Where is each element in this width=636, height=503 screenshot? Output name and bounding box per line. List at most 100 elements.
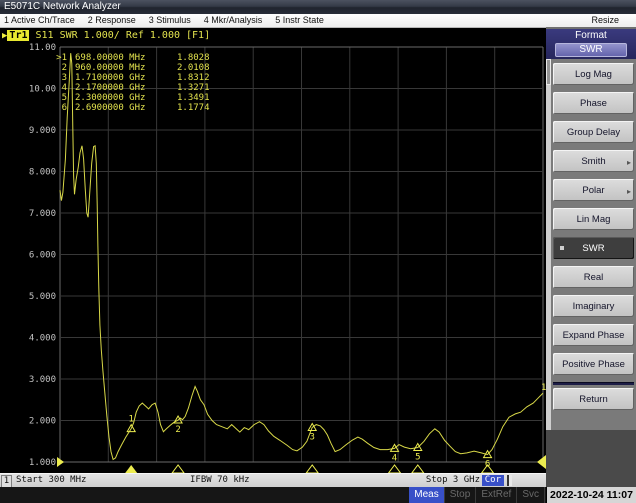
softkey-label: Smith — [581, 156, 605, 167]
sidebar-filler — [546, 430, 636, 487]
softkey-scrollbar[interactable] — [546, 59, 551, 463]
y-axis-tick-label: 5.000 — [29, 292, 56, 302]
softkey-label: Polar — [582, 185, 604, 196]
marker-1-stimulus-icon — [125, 465, 137, 473]
marker-table-row-2: 2960.00000 MHz2.0108 — [49, 63, 210, 73]
plot-area: 11.0010.009.0008.0007.0006.0005.0004.000… — [0, 28, 546, 473]
marker-1-label: 1 — [128, 415, 133, 425]
stimulus-bar: 1 Start 300 MHz IFBW 70 kHz Stop 3 GHz C… — [0, 473, 546, 487]
softkey-button-positive-phase[interactable]: Positive Phase — [553, 353, 634, 375]
meas-badge: Meas — [409, 487, 444, 503]
marker-frequency: 698.00000 MHz — [67, 53, 175, 63]
softkey-menu-title: Format — [546, 29, 636, 43]
marker-number: 5 — [49, 93, 67, 103]
start-frequency-label: Start 300 MHz — [16, 474, 86, 487]
y-axis-tick-label: 8.000 — [29, 168, 56, 178]
trace-status-text: S11 SWR 1.000/ Ref 1.000 [F1] — [29, 30, 210, 41]
marker-table-row-4: 42.1700000 GHz1.3271 — [49, 83, 210, 93]
marker-table: >1698.00000 MHz1.80282960.00000 MHz2.010… — [49, 53, 210, 113]
title-bar: E5071C Network Analyzer — [0, 0, 636, 14]
marker-table-row-5: 52.3000000 GHz1.3491 — [49, 93, 210, 103]
status-svc-label: Svc — [517, 487, 545, 503]
marker-number: 3 — [49, 73, 67, 83]
marker-frequency: 2.3000000 GHz — [67, 93, 175, 103]
marker-2-stimulus-icon — [172, 465, 184, 473]
marker-table-row-1: >1698.00000 MHz1.8028 — [49, 53, 210, 63]
softkey-button-polar[interactable]: Polar ▸ — [553, 179, 634, 201]
trace-badge: Tr1 — [7, 30, 29, 41]
marker-value: 1.3271 — [175, 83, 210, 93]
softkey-current-value: SWR — [555, 43, 627, 57]
y-axis-tick-label: 1.000 — [29, 458, 56, 468]
menu-item-1[interactable]: 1 Active Ch/Trace — [4, 14, 75, 27]
scrollbar-thumb[interactable] — [546, 59, 551, 85]
marker-3-label: 3 — [310, 433, 315, 443]
softkey-button-phase[interactable]: Phase — [553, 92, 634, 114]
marker-table-row-3: 31.7100000 GHz1.8312 — [49, 73, 210, 83]
softkey-button-lin-mag[interactable]: Lin Mag — [553, 208, 634, 230]
cor-badge-tail — [507, 475, 512, 486]
softkey-button-imaginary[interactable]: Imaginary — [553, 295, 634, 317]
marker-4-stimulus-icon — [389, 465, 401, 473]
marker-number: 2 — [49, 63, 67, 73]
ref-level-arrow-right-icon — [537, 455, 546, 469]
softkey-button-log-mag[interactable]: Log Mag — [553, 63, 634, 85]
softkey-button-return[interactable]: Return — [553, 388, 634, 410]
softkey-button-swr[interactable]: SWR — [553, 237, 634, 259]
softkey-sidebar: Format SWR Log Mag Phase Group Delay Smith ▸… — [546, 27, 636, 487]
y-axis-tick-label: 11.00 — [29, 43, 56, 53]
y-axis-tick-label: 2.000 — [29, 417, 56, 427]
marker-frequency: 2.1700000 GHz — [67, 83, 175, 93]
cor-badge: Cor — [482, 475, 504, 486]
marker-value: 1.8028 — [175, 53, 210, 63]
stop-frequency-label: Stop 3 GHz — [426, 474, 480, 487]
softkey-button-list: Log Mag Phase Group Delay Smith ▸ Polar ▸ Lin M… — [546, 59, 636, 463]
selected-bullet-icon — [560, 246, 564, 250]
status-bar: Meas Stop ExtRef Svc 2022-10-24 11:07 — [0, 487, 636, 503]
submenu-arrow-icon: ▸ — [627, 186, 631, 197]
marker-value: 1.8312 — [175, 73, 210, 83]
marker-frequency: 2.6900000 GHz — [67, 103, 175, 113]
softkey-label: Group Delay — [567, 127, 620, 138]
return-separator — [553, 382, 634, 385]
marker-5-label: 5 — [415, 453, 420, 463]
y-axis-tick-label: 3.000 — [29, 375, 56, 385]
marker-5-stimulus-icon — [412, 465, 424, 473]
softkey-label: Imaginary — [573, 301, 615, 312]
status-stop-label: Stop — [445, 487, 477, 503]
menu-items: 1 Active Ch/Trace 2 Response 3 Stimulus 4 M… — [4, 14, 337, 27]
menu-item-3[interactable]: 3 Stimulus — [149, 14, 191, 27]
ifbw-label: IFBW 70 kHz — [190, 474, 250, 487]
resize-button[interactable]: Resize — [591, 14, 619, 27]
marker-frequency: 1.7100000 GHz — [67, 73, 175, 83]
menu-item-5[interactable]: 5 Instr State — [275, 14, 324, 27]
softkey-label: SWR — [582, 243, 604, 254]
marker-number: >1 — [49, 53, 67, 63]
datetime-display: 2022-10-24 11:07 — [546, 487, 636, 503]
softkey-label: Return — [579, 394, 608, 405]
y-axis-tick-label: 9.000 — [29, 126, 56, 136]
y-axis-tick-label: 7.000 — [29, 209, 56, 219]
marker-3-stimulus-icon — [306, 465, 318, 473]
app-window: E5071C Network Analyzer 1 Active Ch/Trac… — [0, 0, 636, 503]
status-badges: Meas Stop ExtRef Svc — [409, 487, 545, 503]
y-axis-tick-label: 4.000 — [29, 334, 56, 344]
marker-frequency: 960.00000 MHz — [67, 63, 175, 73]
softkey-label: Log Mag — [575, 69, 612, 80]
softkey-label: Real — [584, 272, 604, 283]
softkey-button-smith[interactable]: Smith ▸ — [553, 150, 634, 172]
window-title: E5071C Network Analyzer — [4, 1, 121, 12]
status-extref-label: ExtRef — [476, 487, 517, 503]
softkey-button-group-delay[interactable]: Group Delay — [553, 121, 634, 143]
submenu-arrow-icon: ▸ — [627, 157, 631, 168]
marker-value: 2.0108 — [175, 63, 210, 73]
marker-2-label: 2 — [175, 425, 180, 435]
menu-bar: 1 Active Ch/Trace 2 Response 3 Stimulus 4 M… — [0, 14, 636, 28]
menu-item-2[interactable]: 2 Response — [88, 14, 136, 27]
softkey-button-expand-phase[interactable]: Expand Phase — [553, 324, 634, 346]
softkey-label: Lin Mag — [577, 214, 611, 225]
softkey-button-real[interactable]: Real — [553, 266, 634, 288]
marker-4-label: 4 — [392, 453, 397, 463]
menu-item-4[interactable]: 4 Mkr/Analysis — [204, 14, 263, 27]
y-axis-tick-label: 6.000 — [29, 251, 56, 261]
